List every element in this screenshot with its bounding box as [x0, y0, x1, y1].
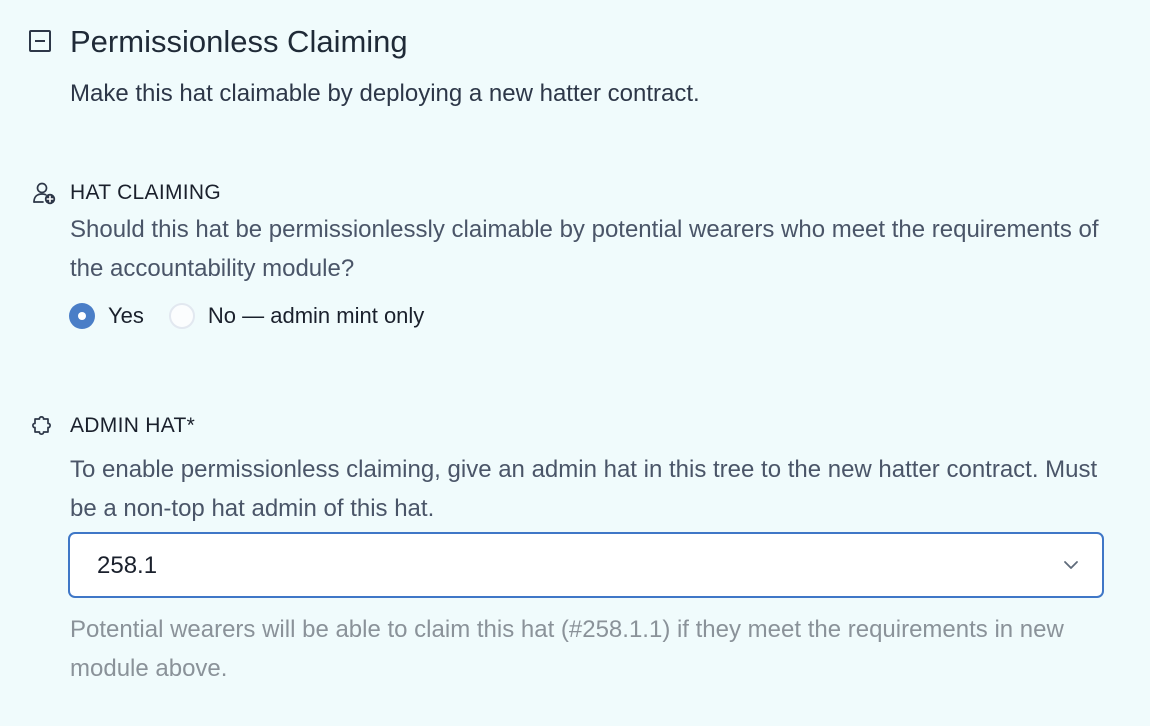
- hat-claiming-description: Should this hat be permissionlessly clai…: [70, 216, 1099, 282]
- admin-hat-description: To enable permissionless claiming, give …: [70, 456, 1098, 522]
- admin-hat-helper-text: Potential wearers will be able to claim …: [70, 616, 1064, 682]
- puzzle-icon: [32, 416, 51, 435]
- hat-claiming-label: HAT CLAIMING: [70, 181, 222, 204]
- claiming-radio-group: Yes No — admin mint only: [69, 302, 449, 330]
- collapse-icon[interactable]: [29, 30, 51, 52]
- section-subtitle: Make this hat claimable by deploying a n…: [70, 80, 700, 107]
- admin-hat-select[interactable]: 258.1: [68, 532, 1104, 598]
- radio-label-yes: Yes: [108, 303, 144, 328]
- chevron-down-icon: [1064, 561, 1078, 569]
- section-title: Permissionless Claiming: [70, 24, 408, 59]
- radio-button-no[interactable]: [168, 303, 195, 329]
- admin-hat-select-value: 258.1: [97, 552, 158, 579]
- radio-option-no[interactable]: No — admin mint only: [168, 302, 425, 330]
- radio-label-no: No — admin mint only: [207, 303, 425, 328]
- radio-option-yes[interactable]: Yes: [69, 302, 144, 330]
- admin-hat-label: ADMIN HAT*: [70, 414, 196, 437]
- user-add-icon: [33, 182, 56, 205]
- radio-button-yes[interactable]: [69, 303, 95, 329]
